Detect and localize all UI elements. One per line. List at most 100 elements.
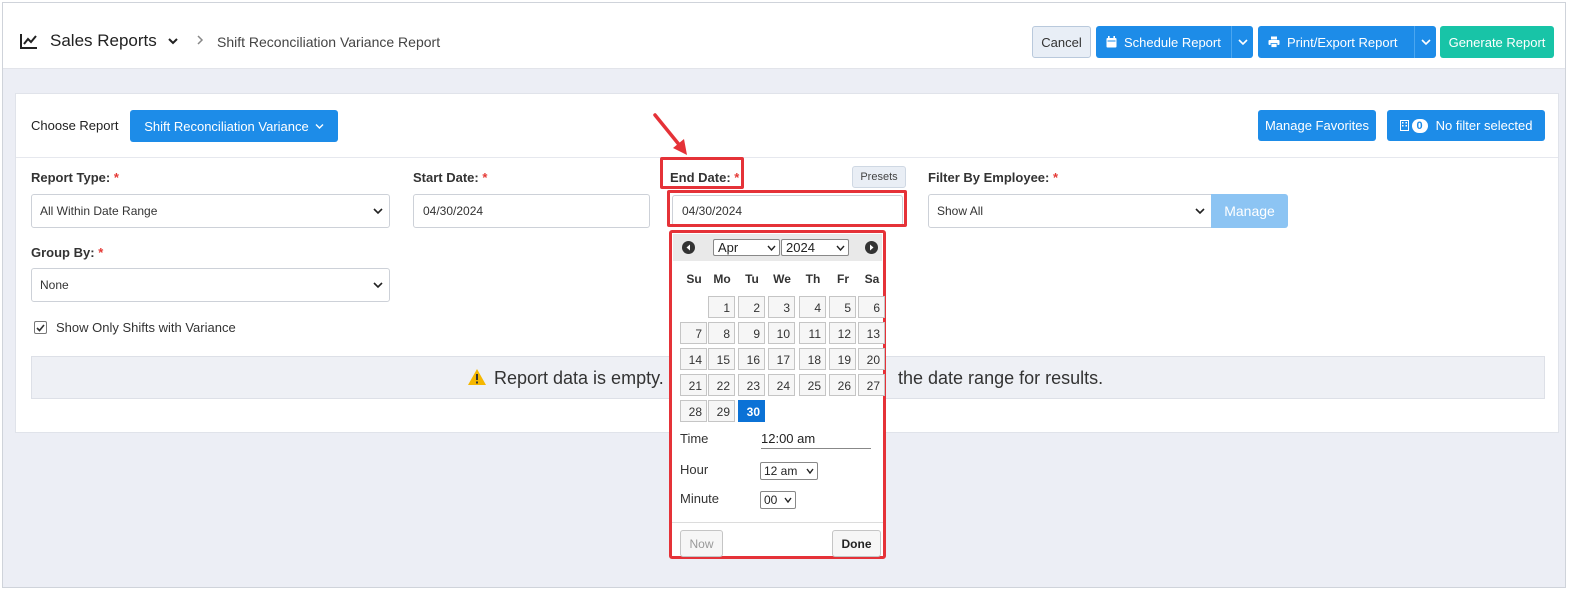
minute-label: Minute <box>680 491 720 506</box>
group-by-select[interactable]: None <box>31 268 390 302</box>
print-export-dropdown-toggle[interactable] <box>1414 26 1436 58</box>
month-value: Apr <box>718 240 739 255</box>
calendar-day-21[interactable]: 21 <box>680 374 707 396</box>
calendar-day-30[interactable]: 30 <box>738 400 765 422</box>
presets-button[interactable]: Presets <box>852 166 906 188</box>
calendar-day-13[interactable]: 13 <box>858 322 885 344</box>
chevron-down-icon <box>315 123 324 129</box>
warning-icon <box>468 369 486 385</box>
calendar-day-7[interactable]: 7 <box>680 322 707 344</box>
group-by-label: Group By: * <box>31 245 103 260</box>
start-date-label-text: Start Date: <box>413 170 479 185</box>
empty-report-text-left: Report data is empty. <box>494 368 664 388</box>
filter-employee-label-text: Filter By Employee: <box>928 170 1050 185</box>
calendar-day-29[interactable]: 29 <box>708 400 735 422</box>
calendar-day-16[interactable]: 16 <box>738 348 765 370</box>
weekday-sa: Sa <box>864 272 880 286</box>
calendar-day-3[interactable]: 3 <box>768 296 795 318</box>
choose-report-label: Choose Report <box>31 118 119 133</box>
end-date-label-text: End Date: <box>670 170 731 185</box>
calendar-day-19[interactable]: 19 <box>829 348 856 370</box>
year-value: 2024 <box>786 240 815 255</box>
weekday-mo: Mo <box>713 272 731 286</box>
report-type-value: All Within Date Range <box>40 204 158 218</box>
chevron-right-icon <box>197 35 204 45</box>
print-export-button[interactable]: Print/Export Report <box>1258 26 1436 58</box>
calendar-day-23[interactable]: 23 <box>738 374 765 396</box>
filter-employee-label: Filter By Employee: * <box>928 170 1058 185</box>
calendar-day-8[interactable]: 8 <box>708 322 735 344</box>
calendar-day-24[interactable]: 24 <box>768 374 795 396</box>
chevron-down-icon <box>806 468 814 474</box>
manage-favorites-button[interactable]: Manage Favorites <box>1258 110 1376 141</box>
schedule-report-button[interactable]: Schedule Report <box>1096 26 1253 58</box>
schedule-report-label: Schedule Report <box>1124 34 1221 50</box>
time-value: 12:00 am <box>761 431 871 449</box>
line-chart-icon <box>20 34 37 49</box>
checkbox-checked-icon[interactable] <box>34 321 47 334</box>
group-by-value: None <box>40 278 69 292</box>
divider <box>672 522 883 523</box>
done-button[interactable]: Done <box>832 530 881 557</box>
minute-select[interactable]: 00 <box>760 491 796 509</box>
printer-icon <box>1268 36 1280 48</box>
calendar-day-25[interactable]: 25 <box>799 374 826 396</box>
date-picker-popup: Apr 2024 Su Mo Tu We Th Fr Sa 1 2 3 4 5 6 7 8 9 10 11 12 1… <box>669 230 886 559</box>
filter-employee-select[interactable]: Show All <box>928 194 1212 228</box>
calendar-day-11[interactable]: 11 <box>799 322 826 344</box>
print-export-label: Print/Export Report <box>1287 34 1398 50</box>
calendar-day-20[interactable]: 20 <box>858 348 885 370</box>
calendar-day-26[interactable]: 26 <box>829 374 856 396</box>
calendar-day-27[interactable]: 27 <box>858 374 885 396</box>
month-select[interactable]: Apr <box>713 239 780 256</box>
report-category-selector[interactable]: Sales Reports <box>20 31 179 51</box>
calendar-day-4[interactable]: 4 <box>799 296 826 318</box>
show-variance-checkbox[interactable]: Show Only Shifts with Variance <box>34 320 236 335</box>
calendar-day-2[interactable]: 2 <box>738 296 765 318</box>
end-date-input[interactable]: 04/30/2024 <box>672 195 903 226</box>
calendar-day-5[interactable]: 5 <box>829 296 856 318</box>
filter-count-badge: 0 <box>1411 118 1428 133</box>
calendar-day-6[interactable]: 6 <box>858 296 885 318</box>
report-type-label: Report Type: * <box>31 170 119 185</box>
chevron-down-icon <box>836 245 845 251</box>
report-type-select[interactable]: All Within Date Range <box>31 194 390 228</box>
start-date-input[interactable]: 04/30/2024 <box>413 194 650 228</box>
calendar-day-9[interactable]: 9 <box>738 322 765 344</box>
calendar-day-12[interactable]: 12 <box>829 322 856 344</box>
year-select[interactable]: 2024 <box>781 239 849 256</box>
filter-status-text: No filter selected <box>1435 118 1533 133</box>
calendar-day-17[interactable]: 17 <box>768 348 795 370</box>
empty-report-text-right: the date range for results. <box>898 368 1104 388</box>
annotation-arrow-icon <box>653 113 687 155</box>
cancel-button[interactable]: Cancel <box>1032 26 1091 58</box>
next-month-icon[interactable] <box>865 241 878 254</box>
weekday-th: Th <box>805 272 821 286</box>
calendar-day-1[interactable]: 1 <box>708 296 735 318</box>
page-title: Sales Reports <box>50 31 157 50</box>
calendar-day-28[interactable]: 28 <box>680 400 707 422</box>
building-icon <box>1399 120 1409 131</box>
required-marker: * <box>734 170 740 185</box>
chevron-down-icon <box>168 38 178 45</box>
generate-report-button[interactable]: Generate Report <box>1440 26 1554 58</box>
now-button[interactable]: Now <box>680 530 723 557</box>
filter-status-button[interactable]: 0 No filter selected <box>1387 110 1545 141</box>
prev-month-icon[interactable] <box>682 241 695 254</box>
date-picker-header: Apr 2024 <box>673 234 882 261</box>
calendar-day-18[interactable]: 18 <box>799 348 826 370</box>
hour-select[interactable]: 12 am <box>760 462 818 480</box>
calendar-day-22[interactable]: 22 <box>708 374 735 396</box>
schedule-dropdown-toggle[interactable] <box>1231 26 1253 58</box>
calendar-day-15[interactable]: 15 <box>708 348 735 370</box>
filter-employee-value: Show All <box>937 204 984 218</box>
top-bar: Sales Reports Shift Reconciliation Varia… <box>3 3 1565 69</box>
manage-employees-button[interactable]: Manage <box>1211 194 1288 228</box>
show-variance-label: Show Only Shifts with Variance <box>56 320 236 335</box>
calendar-day-10[interactable]: 10 <box>768 322 795 344</box>
choose-report-dropdown[interactable]: Shift Reconciliation Variance <box>130 110 338 142</box>
choose-report-value: Shift Reconciliation Variance <box>144 118 309 134</box>
calendar-day-14[interactable]: 14 <box>680 348 707 370</box>
weekday-we: We <box>773 272 791 286</box>
start-date-label: Start Date: * <box>413 170 487 185</box>
